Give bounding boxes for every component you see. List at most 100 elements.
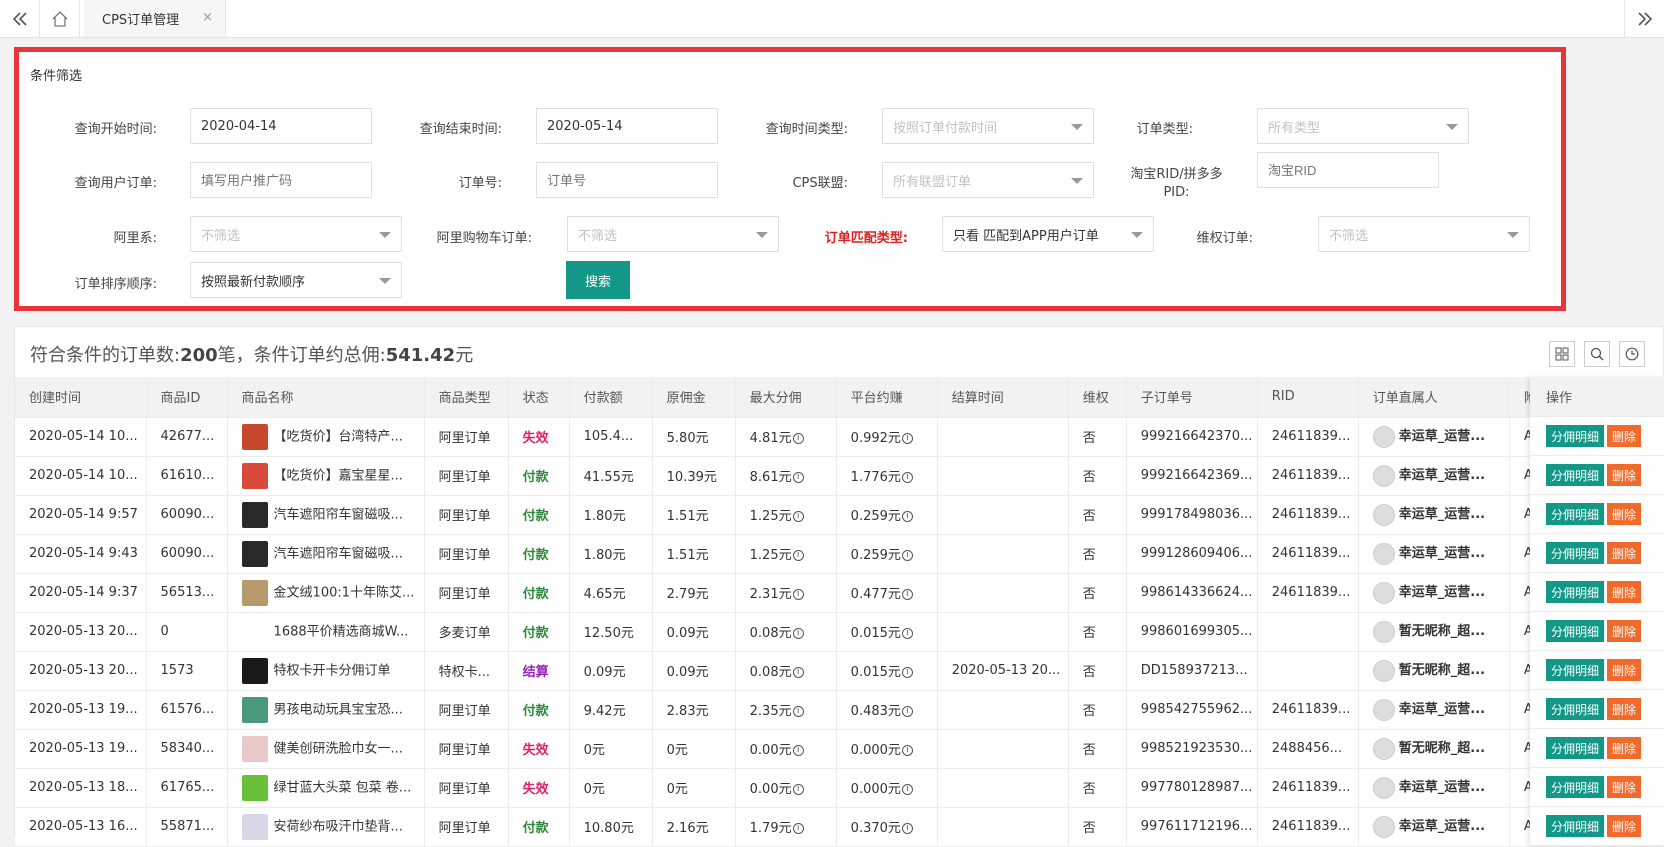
info-icon[interactable]: i [792,706,804,717]
max-commission: 1.25元 [749,548,792,563]
info-icon[interactable]: i [901,745,913,756]
info-icon[interactable]: i [792,784,804,795]
info-icon[interactable]: i [792,511,804,522]
payment-cell: 1.80元 [569,495,653,535]
delete-button[interactable]: 删除 [1607,503,1642,525]
delete-button[interactable]: 删除 [1607,581,1642,603]
table-row[interactable]: 2020-05-14 9:43 60090... 汽车遮阳帘车窗磁吸... 阿里订单付… [15,534,1664,574]
search-icon [1590,347,1604,361]
info-icon[interactable]: i [792,628,804,639]
column-header[interactable]: 付款额 [569,377,653,418]
time-type-select[interactable]: 按照订单付款时间 [882,108,1094,144]
table-row[interactable]: 2020-05-14 10... 42677... 【吃货价】台湾特产... 阿里订单… [15,417,1664,457]
commission-detail-button[interactable]: 分佣明细 [1546,542,1605,564]
column-header[interactable]: 商品名称 [227,377,425,418]
info-icon[interactable]: i [901,628,913,639]
end-time-input[interactable]: 2020-05-14 [536,108,718,144]
column-header[interactable]: 子订单号 [1126,377,1258,418]
column-header[interactable]: 商品类型 [424,377,509,418]
column-header[interactable]: 结算时间 [937,377,1069,418]
commission-detail-button[interactable]: 分佣明细 [1546,698,1605,720]
rights-label: 维权订单: [1196,231,1253,246]
delete-button[interactable]: 删除 [1607,776,1642,798]
info-icon[interactable]: i [901,511,913,522]
column-header[interactable]: 状态 [508,377,570,418]
commission-detail-button[interactable]: 分佣明细 [1546,776,1605,798]
info-icon[interactable]: i [792,472,804,483]
info-icon[interactable]: i [792,550,804,561]
column-header[interactable]: 商品ID [146,377,228,418]
search-tool-button[interactable] [1584,341,1610,367]
info-icon[interactable]: i [901,823,913,834]
info-icon[interactable]: i [901,667,913,678]
order-type-select[interactable]: 所有类型 [1257,108,1469,144]
info-icon[interactable]: i [901,472,913,483]
delete-button[interactable]: 删除 [1607,698,1642,720]
column-header[interactable]: 平台约赚 [836,377,938,418]
commission-detail-button[interactable]: 分佣明细 [1546,620,1605,642]
scroll-tabs-right-button[interactable] [1624,0,1664,37]
column-header[interactable]: 创建时间 [15,377,147,418]
info-icon[interactable]: i [792,433,804,444]
column-header[interactable]: 原佣金 [652,377,736,418]
order-no-input[interactable] [536,162,718,198]
time-type-label: 查询时间类型: [765,122,848,137]
max-commission: 1.79元 [749,821,792,836]
delete-button[interactable]: 删除 [1607,464,1642,486]
search-button[interactable]: 搜索 [566,261,630,299]
start-time-input[interactable]: 2020-04-14 [190,108,372,144]
info-icon[interactable]: i [901,589,913,600]
commission-detail-button[interactable]: 分佣明细 [1546,503,1605,525]
history-button[interactable] [1619,341,1645,367]
commission-detail-button[interactable]: 分佣明细 [1546,425,1605,447]
table-row[interactable]: 2020-05-13 18... 61765... 绿甘蓝大头菜 包菜 卷... 阿里… [15,768,1664,808]
commission-detail-button[interactable]: 分佣明细 [1546,815,1605,837]
info-icon[interactable]: i [901,706,913,717]
cart-select[interactable]: 不筛选 [567,216,779,252]
delete-button[interactable]: 删除 [1607,659,1642,681]
delete-button[interactable]: 删除 [1607,815,1642,837]
table-row[interactable]: 2020-05-13 19... 58340... 健美创研洗脸巾女一... 阿里订单… [15,729,1664,769]
user-order-input[interactable] [190,162,372,198]
tab-cps-orders[interactable]: CPS订单管理 × [84,0,226,37]
table-row[interactable]: 2020-05-13 20... 1573 特权卡开卡分佣订单 特权卡... 结算 0.0… [15,651,1664,691]
grid-icon [1555,347,1569,361]
commission-detail-button[interactable]: 分佣明细 [1546,737,1605,759]
delete-button[interactable]: 删除 [1607,542,1642,564]
delete-button[interactable]: 删除 [1607,425,1642,447]
column-header[interactable]: 维权 [1068,377,1127,418]
commission-detail-button[interactable]: 分佣明细 [1546,464,1605,486]
table-row[interactable]: 2020-05-13 19... 61576... 男孩电动玩具宝宝恐... 阿里订单… [15,690,1664,730]
delete-button[interactable]: 删除 [1607,620,1642,642]
table-row[interactable]: 2020-05-13 20... 0 1688平价精选商城W... 多麦订单 付款 12.… [15,612,1664,652]
home-tab-button[interactable] [40,0,80,37]
column-header[interactable]: RID [1257,377,1359,418]
column-header[interactable]: 最大分佣 [735,377,837,418]
cps-select[interactable]: 所有联盟订单 [882,162,1094,198]
rights-select[interactable]: 不筛选 [1318,216,1530,252]
info-icon[interactable]: i [901,784,913,795]
table-row[interactable]: 2020-05-14 9:37 56513... 金文绒100:1十年陈艾... 阿里… [15,573,1664,613]
table-row[interactable]: 2020-05-14 10... 61610... 【吃货价】嘉宝星星... 阿里订单… [15,456,1664,496]
info-icon[interactable]: i [792,667,804,678]
scroll-tabs-left-button[interactable] [0,0,40,37]
match-type-select[interactable]: 只看 匹配到APP用户订单 [942,216,1154,252]
info-icon[interactable]: i [792,589,804,600]
info-icon[interactable]: i [792,745,804,756]
info-icon[interactable]: i [901,433,913,444]
info-icon[interactable]: i [792,823,804,834]
table-row[interactable]: 2020-05-13 16... 55871... 安荷纱布吸汗巾垫背... 阿里订单… [15,807,1664,847]
rid-input[interactable] [1257,152,1439,188]
column-header[interactable]: 订单直属人 [1358,377,1510,418]
ali-select[interactable]: 不筛选 [190,216,402,252]
platform-earn: 0.992元 [850,431,901,446]
commission-detail-button[interactable]: 分佣明细 [1546,659,1605,681]
delete-button[interactable]: 删除 [1607,737,1642,759]
info-icon[interactable]: i [901,550,913,561]
column-toggle-button[interactable] [1549,341,1575,367]
close-icon[interactable]: × [202,10,213,25]
table-row[interactable]: 2020-05-14 9:57 60090... 汽车遮阳帘车窗磁吸... 阿里订单付… [15,495,1664,535]
chevron-down-icon [379,232,391,238]
sort-select[interactable]: 按照最新付款顺序 [190,262,402,298]
commission-detail-button[interactable]: 分佣明细 [1546,581,1605,603]
